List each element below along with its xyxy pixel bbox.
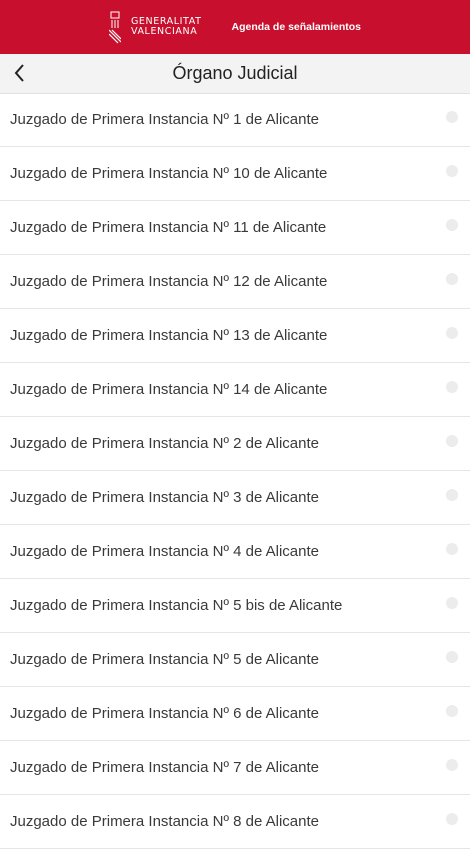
radio-indicator[interactable] (446, 759, 458, 771)
list-item-label: Juzgado de Primera Instancia Nº 6 de Ali… (10, 705, 319, 722)
list-item[interactable]: Juzgado de Primera Instancia Nº 3 de Ali… (0, 471, 470, 525)
list-item[interactable]: Juzgado de Primera Instancia Nº 7 de Ali… (0, 741, 470, 795)
list-item-label: Juzgado de Primera Instancia Nº 13 de Al… (10, 327, 328, 344)
generalitat-logo-text: GENERALITAT VALENCIANA (131, 17, 202, 37)
list-item-label: Juzgado de Primera Instancia Nº 5 de Ali… (10, 651, 319, 668)
radio-indicator[interactable] (446, 597, 458, 609)
list-item-label: Juzgado de Primera Instancia Nº 1 de Ali… (10, 111, 319, 128)
list-item[interactable]: Juzgado de Primera Instancia Nº 5 de Ali… (0, 633, 470, 687)
radio-indicator[interactable] (446, 381, 458, 393)
list-item-label: Juzgado de Primera Instancia Nº 5 bis de… (10, 597, 343, 614)
radio-indicator[interactable] (446, 327, 458, 339)
list-item-label: Juzgado de Primera Instancia Nº 3 de Ali… (10, 489, 319, 506)
navigation-bar: Órgano Judicial (0, 54, 470, 94)
list-item[interactable]: Juzgado de Primera Instancia Nº 4 de Ali… (0, 525, 470, 579)
radio-indicator[interactable] (446, 705, 458, 717)
list-item[interactable]: Juzgado de Primera Instancia Nº 6 de Ali… (0, 687, 470, 741)
app-header: GENERALITAT VALENCIANA Agenda de señalam… (0, 0, 470, 54)
list-item-label: Juzgado de Primera Instancia Nº 12 de Al… (10, 273, 328, 290)
app-name: Agenda de señalamientos (231, 21, 362, 33)
list-item[interactable]: Juzgado de Primera Instancia Nº 12 de Al… (0, 255, 470, 309)
brand: GENERALITAT VALENCIANA Agenda de señalam… (108, 10, 362, 44)
list-item[interactable]: Juzgado de Primera Instancia Nº 1 de Ali… (0, 93, 470, 147)
list-item[interactable]: Juzgado de Primera Instancia Nº 13 de Al… (0, 309, 470, 363)
logo-line2: VALENCIANA (130, 26, 198, 37)
list-item-label: Juzgado de Primera Instancia Nº 10 de Al… (10, 165, 328, 182)
radio-indicator[interactable] (446, 543, 458, 555)
list-item[interactable]: Juzgado de Primera Instancia Nº 2 de Ali… (0, 417, 470, 471)
radio-indicator[interactable] (446, 111, 458, 123)
radio-indicator[interactable] (446, 651, 458, 663)
list-item[interactable]: Juzgado de Primera Instancia Nº 5 bis de… (0, 579, 470, 633)
list-item[interactable]: Juzgado de Primera Instancia Nº 11 de Al… (0, 201, 470, 255)
generalitat-logo-icon (108, 11, 121, 44)
radio-indicator[interactable] (446, 165, 458, 177)
radio-indicator[interactable] (446, 219, 458, 231)
list-item[interactable]: Juzgado de Primera Instancia Nº 10 de Al… (0, 147, 470, 201)
page-title: Órgano Judicial (172, 63, 298, 83)
list-item[interactable]: Juzgado de Primera Instancia Nº 14 de Al… (0, 363, 470, 417)
radio-indicator[interactable] (446, 813, 458, 825)
list-item-label: Juzgado de Primera Instancia Nº 7 de Ali… (10, 759, 319, 776)
list-item-label: Juzgado de Primera Instancia Nº 11 de Al… (10, 219, 327, 236)
list-item-label: Juzgado de Primera Instancia Nº 8 de Ali… (10, 813, 319, 830)
list-item-label: Juzgado de Primera Instancia Nº 4 de Ali… (10, 543, 319, 560)
radio-indicator[interactable] (446, 273, 458, 285)
radio-indicator[interactable] (446, 435, 458, 447)
radio-indicator[interactable] (446, 489, 458, 501)
list-item-label: Juzgado de Primera Instancia Nº 14 de Al… (10, 381, 328, 398)
list-item-label: Juzgado de Primera Instancia Nº 2 de Ali… (10, 435, 319, 452)
court-list: Juzgado de Primera Instancia Nº 1 de Ali… (0, 93, 470, 849)
list-item[interactable]: Juzgado de Primera Instancia Nº 8 de Ali… (0, 795, 470, 849)
